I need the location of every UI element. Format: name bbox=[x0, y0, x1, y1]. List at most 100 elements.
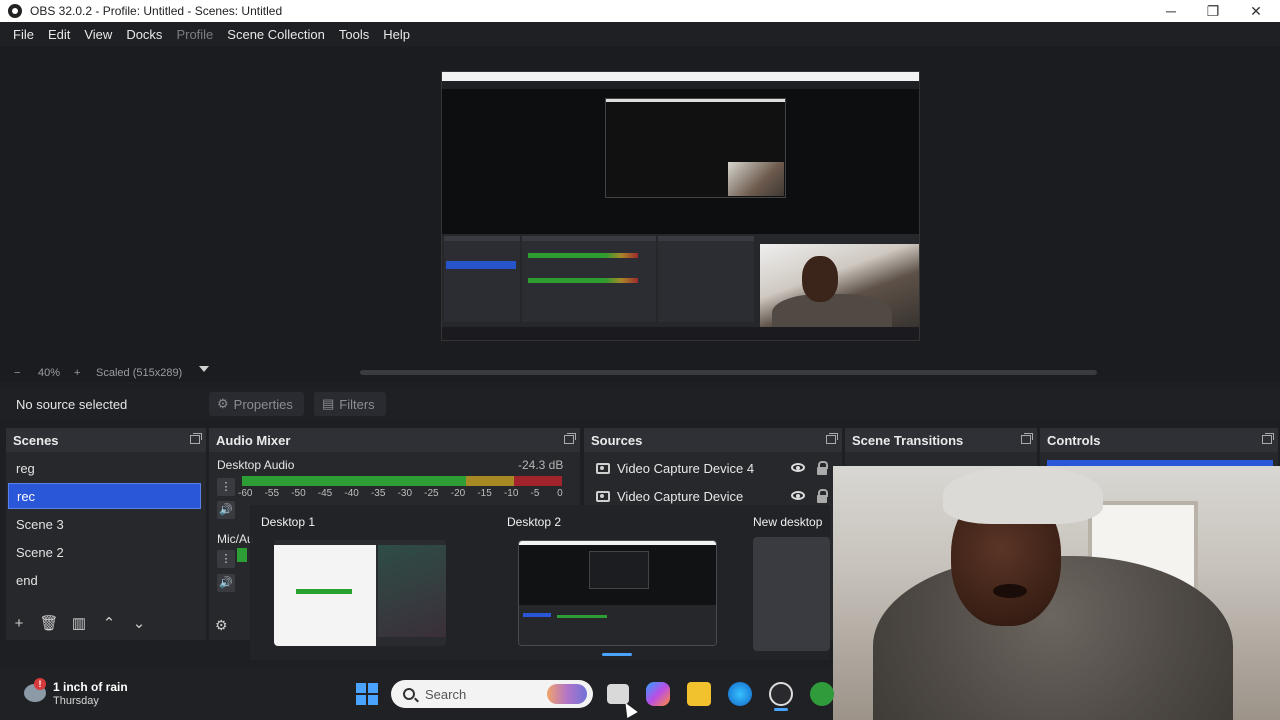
mixer-menu-icon[interactable]: ⋮ bbox=[217, 550, 235, 568]
menu-tools[interactable]: Tools bbox=[332, 27, 376, 42]
scale-mode: Scaled (515x289) bbox=[96, 367, 183, 379]
obs-running-indicator bbox=[774, 708, 788, 711]
desktop-2-thumbnail[interactable] bbox=[518, 540, 717, 646]
caret-down-icon[interactable] bbox=[199, 366, 209, 372]
preview-horizontal-scrollbar[interactable] bbox=[360, 370, 1097, 375]
restore-icon: ❐ bbox=[1206, 2, 1220, 19]
weather-line-1: 1 inch of rain bbox=[53, 680, 128, 694]
mixer-menu-icon[interactable]: ⋮ bbox=[217, 478, 235, 496]
edge-icon[interactable] bbox=[728, 682, 752, 706]
copilot-icon[interactable] bbox=[646, 682, 670, 706]
xbox-icon[interactable] bbox=[810, 682, 834, 706]
menu-docks[interactable]: Docks bbox=[119, 27, 169, 42]
preview-nested-titlebar bbox=[442, 72, 919, 81]
new-desktop-label: New desktop bbox=[753, 515, 823, 529]
audio-mixer-header: Audio Mixer bbox=[209, 428, 580, 452]
zoom-out-button[interactable]: − bbox=[14, 367, 20, 379]
source-label: Video Capture Device 4 bbox=[617, 460, 755, 476]
zoom-in-button[interactable]: + bbox=[74, 367, 80, 379]
desktop-1-window bbox=[274, 545, 376, 646]
properties-label: Properties bbox=[233, 396, 293, 412]
preview-nested-scenes bbox=[444, 236, 520, 322]
window-title: OBS 32.0.2 - Profile: Untitled - Scenes:… bbox=[30, 4, 283, 18]
properties-button[interactable]: ⚙ Properties bbox=[209, 392, 304, 416]
program-preview[interactable] bbox=[441, 71, 920, 341]
preview-nested-cam bbox=[728, 162, 784, 196]
undock-icon[interactable] bbox=[564, 433, 576, 444]
desktop-2-meter bbox=[557, 615, 607, 618]
scenes-title: Scenes bbox=[13, 432, 59, 448]
webcam-beanie bbox=[943, 466, 1103, 524]
scene-item-end[interactable]: end bbox=[8, 567, 201, 593]
minimize-button[interactable]: ─ bbox=[1149, 0, 1193, 22]
preview-nested-bar bbox=[606, 99, 785, 102]
close-icon: ✕ bbox=[1250, 2, 1262, 19]
sources-title: Sources bbox=[591, 432, 643, 448]
zoom-level: 40% bbox=[38, 367, 61, 379]
no-source-label: No source selected bbox=[16, 396, 128, 412]
scene-item-scene-3[interactable]: Scene 3 bbox=[8, 511, 201, 537]
scene-tools: + 🗑 ▥ ⌃ ⌄ bbox=[8, 614, 158, 634]
trash-icon[interactable]: 🗑 bbox=[38, 614, 60, 634]
windows-start-icon[interactable] bbox=[356, 683, 378, 705]
source-label: Video Capture Device bbox=[617, 488, 744, 504]
meter-ticks: -60 -55 -50 -45 -40 -35 -30 -25 -20 -15 -10 -5 0 bbox=[238, 488, 584, 499]
desktop-1-app bbox=[378, 545, 446, 637]
new-desktop-button[interactable] bbox=[753, 537, 830, 651]
desktop-2-preview bbox=[589, 551, 649, 589]
preview-nested-preview bbox=[605, 98, 786, 198]
menu-view[interactable]: View bbox=[77, 27, 119, 42]
meter-tick: -5 bbox=[530, 488, 540, 499]
scene-item-scene-2[interactable]: Scene 2 bbox=[8, 539, 201, 565]
filter-scene-icon[interactable]: ▥ bbox=[68, 614, 90, 634]
mixer-db-readout: -24.3 dB bbox=[518, 458, 564, 472]
lock-icon[interactable] bbox=[817, 461, 828, 475]
desktop-1-thumbnail[interactable] bbox=[274, 540, 446, 646]
preview-nested-selection bbox=[446, 261, 516, 269]
controls-title: Controls bbox=[1047, 432, 1101, 448]
menu-file[interactable]: File bbox=[6, 27, 41, 42]
menu-help[interactable]: Help bbox=[376, 27, 417, 42]
lock-icon[interactable] bbox=[817, 489, 828, 503]
restore-button[interactable]: ❐ bbox=[1191, 0, 1235, 22]
scene-item-rec[interactable]: rec bbox=[8, 483, 201, 509]
close-button[interactable]: ✕ bbox=[1234, 0, 1278, 22]
filters-label: Filters bbox=[339, 396, 375, 412]
webcam-mouth bbox=[993, 584, 1027, 598]
add-scene-icon[interactable]: + bbox=[8, 614, 30, 634]
menu-edit[interactable]: Edit bbox=[41, 27, 77, 42]
filter-icon: ▤ bbox=[322, 396, 335, 411]
scene-transitions-header: Scene Transitions bbox=[845, 428, 1037, 452]
mixer-settings-icon[interactable]: ⚙ bbox=[215, 617, 228, 634]
menu-profile[interactable]: Profile bbox=[169, 27, 220, 42]
camera-icon bbox=[596, 490, 610, 502]
menu-scene-collection[interactable]: Scene Collection bbox=[220, 27, 332, 42]
obs-window: OBS 32.0.2 - Profile: Untitled - Scenes:… bbox=[0, 0, 1280, 720]
undock-icon[interactable] bbox=[190, 433, 202, 444]
scene-item-reg[interactable]: reg bbox=[8, 455, 201, 481]
obs-taskbar-icon[interactable] bbox=[769, 682, 793, 706]
search-placeholder: Search bbox=[425, 686, 467, 702]
volume-meter-peak bbox=[242, 476, 562, 479]
speaker-icon[interactable]: 🔊 bbox=[217, 574, 235, 592]
undock-icon[interactable] bbox=[1262, 433, 1274, 444]
controls-header: Controls bbox=[1040, 428, 1278, 452]
eye-icon[interactable] bbox=[791, 463, 805, 472]
preview-webcam-face bbox=[802, 256, 838, 302]
undock-icon[interactable] bbox=[826, 433, 838, 444]
speaker-icon[interactable]: 🔊 bbox=[217, 501, 235, 519]
undock-icon[interactable] bbox=[1021, 433, 1033, 444]
preview-nested-meter bbox=[528, 278, 638, 283]
task-view-icon[interactable] bbox=[607, 684, 629, 704]
filters-button[interactable]: ▤ Filters bbox=[314, 392, 386, 416]
mixer-channel-mic: Mic/Au bbox=[217, 532, 254, 546]
move-down-icon[interactable]: ⌄ bbox=[128, 614, 150, 634]
eye-icon[interactable] bbox=[791, 491, 805, 500]
meter-tick: -35 bbox=[370, 488, 386, 499]
preview-nested-taskbar bbox=[442, 327, 919, 340]
taskbar-search[interactable]: Search bbox=[391, 680, 593, 708]
move-up-icon[interactable]: ⌃ bbox=[98, 614, 120, 634]
file-explorer-icon[interactable] bbox=[687, 682, 711, 706]
scene-transitions-title: Scene Transitions bbox=[852, 432, 964, 448]
task-view-overlay: Desktop 1 Desktop 2 New desktop bbox=[250, 505, 830, 660]
